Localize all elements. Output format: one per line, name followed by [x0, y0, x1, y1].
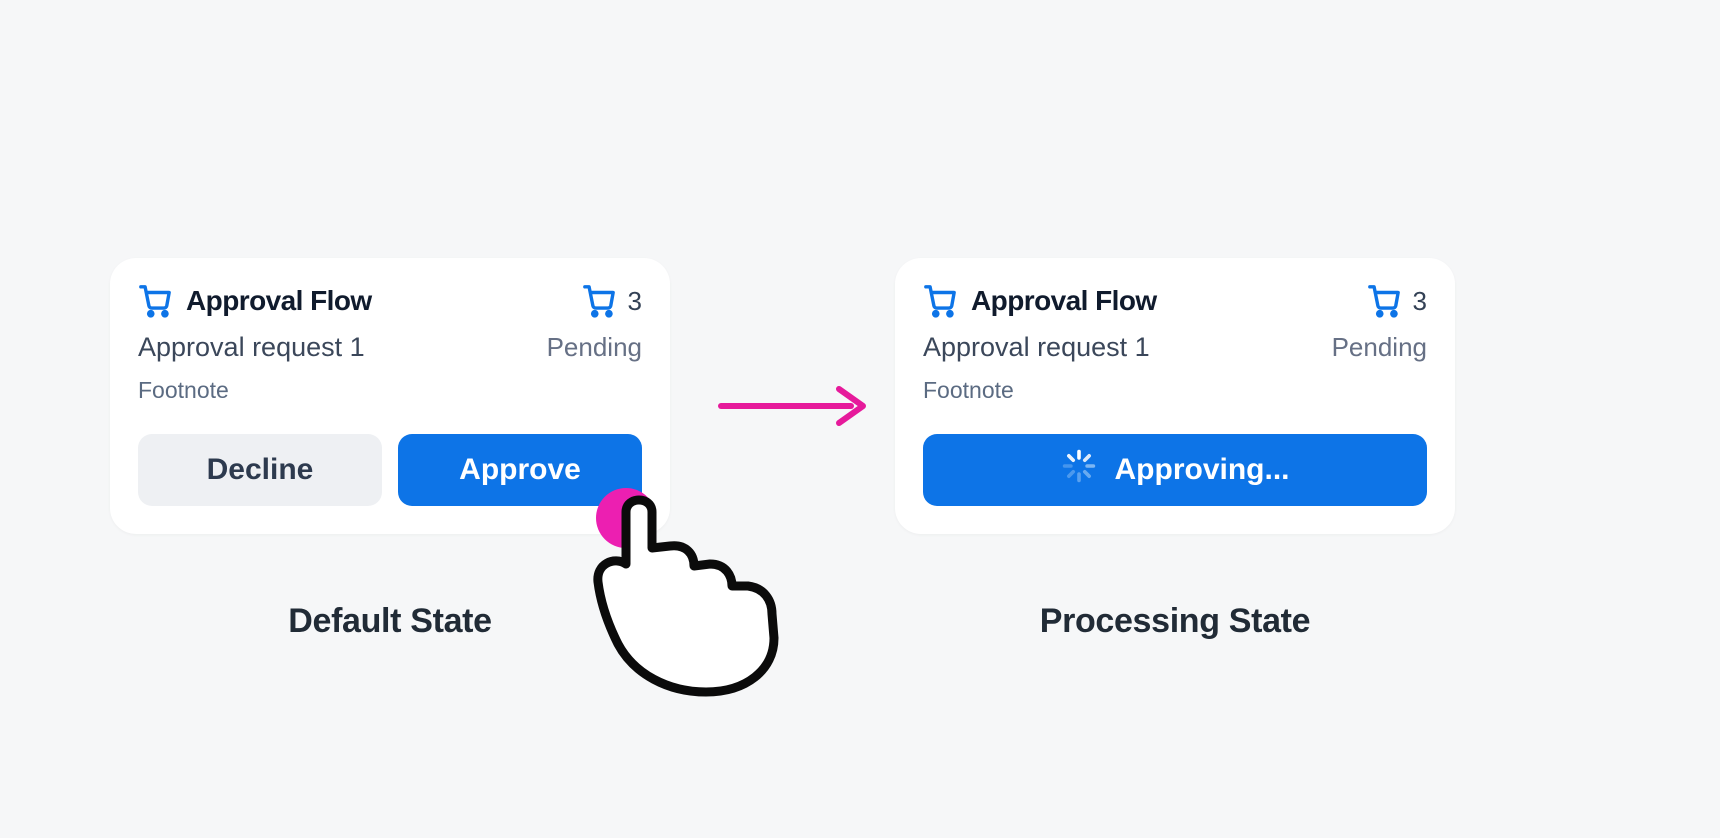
footnote-text: Footnote [923, 377, 1427, 404]
card-header-right: 3 [1367, 284, 1427, 318]
card-header: Approval Flow 3 [138, 284, 642, 318]
cart-count: 3 [1413, 286, 1427, 317]
default-state-stage: Approval Flow 3 Approval request 1 Pendi… [110, 258, 670, 641]
approval-card-default: Approval Flow 3 Approval request 1 Pendi… [110, 258, 670, 534]
processing-state-caption: Processing State [1040, 602, 1310, 641]
approve-button-label: Approve [459, 453, 581, 487]
approve-button[interactable]: Approve [398, 434, 642, 506]
card-header: Approval Flow 3 [923, 284, 1427, 318]
transition-arrow-icon [717, 383, 872, 434]
spinner-icon [1061, 448, 1097, 492]
request-title: Approval request 1 [138, 332, 365, 363]
cart-icon [582, 284, 616, 318]
approving-button[interactable]: Approving... [923, 434, 1427, 506]
cart-count: 3 [628, 286, 642, 317]
cart-icon [138, 284, 172, 318]
card-header-left: Approval Flow [923, 284, 1157, 318]
button-row: Decline Approve [138, 434, 642, 506]
approving-button-label: Approving... [1115, 453, 1290, 487]
card-header-right: 3 [582, 284, 642, 318]
card-subheader: Approval request 1 Pending [923, 318, 1427, 363]
card-title: Approval Flow [971, 285, 1157, 317]
status-label: Pending [1332, 332, 1427, 363]
decline-button-label: Decline [207, 453, 314, 487]
processing-state-stage: Approval Flow 3 Approval request 1 Pendi… [895, 258, 1455, 641]
request-title: Approval request 1 [923, 332, 1150, 363]
cart-icon [1367, 284, 1401, 318]
footnote-text: Footnote [138, 377, 642, 404]
card-subheader: Approval request 1 Pending [138, 318, 642, 363]
button-row: Approving... [923, 434, 1427, 506]
cart-icon [923, 284, 957, 318]
decline-button[interactable]: Decline [138, 434, 382, 506]
status-label: Pending [547, 332, 642, 363]
card-title: Approval Flow [186, 285, 372, 317]
default-state-caption: Default State [288, 602, 491, 641]
card-header-left: Approval Flow [138, 284, 372, 318]
approval-card-processing: Approval Flow 3 Approval request 1 Pendi… [895, 258, 1455, 534]
